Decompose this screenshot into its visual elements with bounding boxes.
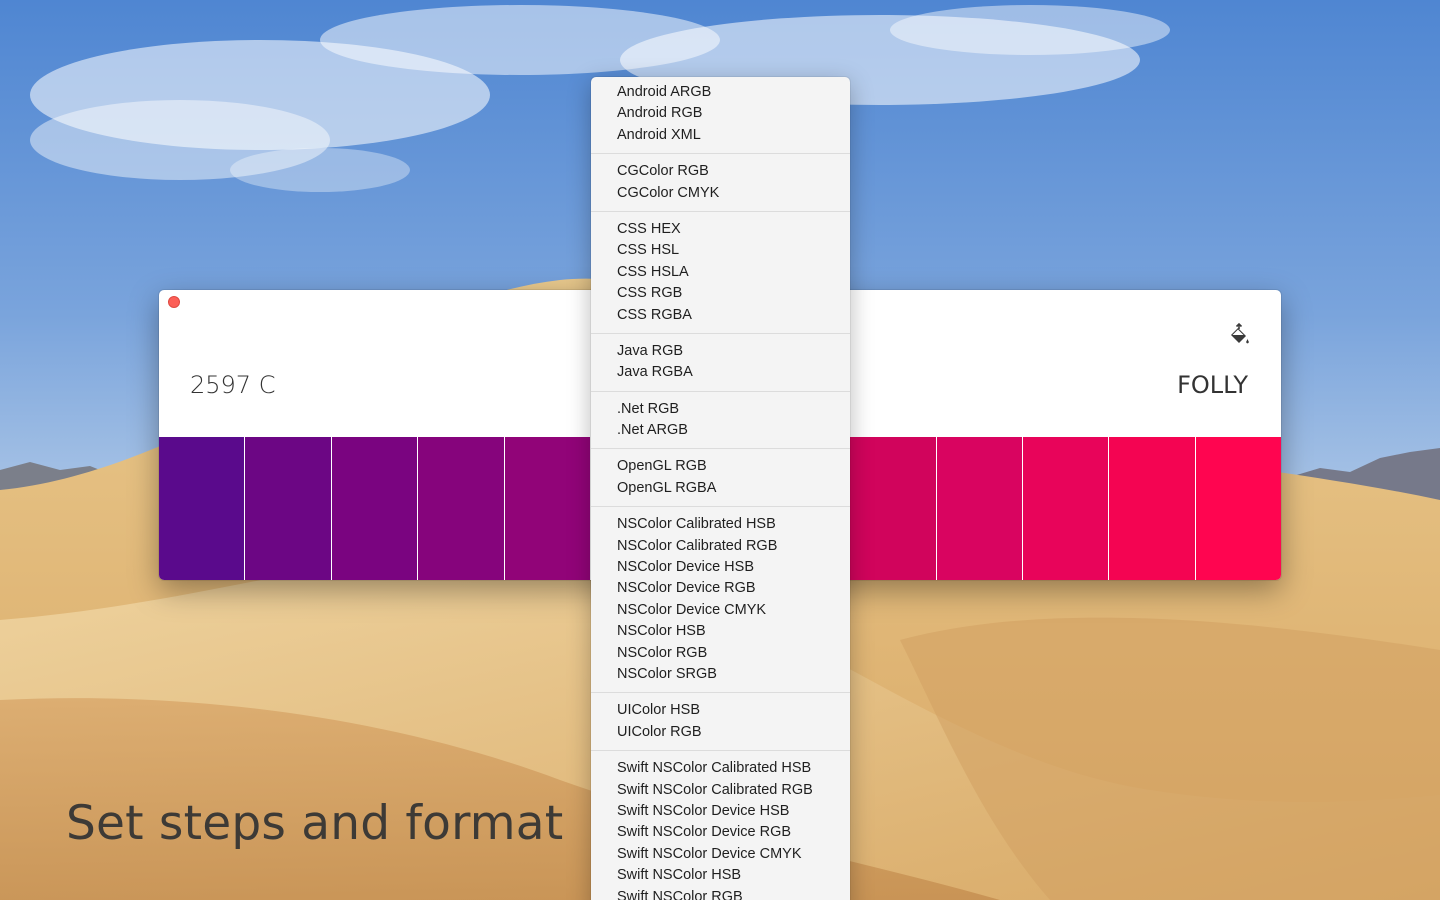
format-menu-item[interactable]: .Net RGB (591, 399, 850, 420)
menu-separator (591, 153, 850, 155)
format-menu-item[interactable]: OpenGL RGBA (591, 478, 850, 499)
color-swatch[interactable] (418, 437, 505, 580)
paint-bucket-icon[interactable] (1227, 322, 1251, 346)
format-menu-item[interactable]: CSS RGBA (591, 305, 850, 326)
format-menu-item[interactable]: CSS RGB (591, 283, 850, 304)
end-color-name: FOLLY (1177, 371, 1248, 399)
menu-group: OpenGL RGB OpenGL RGBA (591, 456, 850, 499)
format-menu-item[interactable]: Swift NSColor Device CMYK (591, 844, 850, 865)
color-swatch[interactable] (504, 437, 591, 580)
start-color-name: 2597 C (190, 371, 276, 399)
menu-separator (591, 506, 850, 508)
color-swatch[interactable] (159, 437, 246, 580)
menu-separator (591, 210, 850, 212)
color-swatch[interactable] (936, 437, 1023, 580)
format-menu-item[interactable]: Swift NSColor Device RGB (591, 822, 850, 843)
format-menu-item[interactable]: NSColor SRGB (591, 664, 850, 685)
format-menu-item[interactable]: Android RGB (591, 103, 850, 124)
menu-group: UIColor HSB UIColor RGB (591, 700, 850, 743)
format-menu-item[interactable]: UIColor RGB (591, 722, 850, 743)
format-menu-item[interactable]: CSS HEX (591, 219, 850, 240)
format-menu-item[interactable]: Java RGB (591, 341, 850, 362)
format-menu-item[interactable]: NSColor Device RGB (591, 578, 850, 599)
format-menu-item[interactable]: Android XML (591, 125, 850, 146)
promo-caption: Set steps and format (66, 796, 564, 851)
format-menu-item[interactable]: Swift NSColor Calibrated RGB (591, 780, 850, 801)
menu-separator (591, 332, 850, 334)
format-menu-item[interactable]: Android ARGB (591, 82, 850, 103)
format-menu-item[interactable]: NSColor Calibrated RGB (591, 536, 850, 557)
menu-group: CSS HEX CSS HSL CSS HSLA CSS RGB CSS RGBA (591, 219, 850, 326)
format-menu-item[interactable]: NSColor HSB (591, 621, 850, 642)
format-menu-item[interactable]: Swift NSColor HSB (591, 865, 850, 886)
color-swatch[interactable] (850, 437, 937, 580)
color-swatch[interactable] (1022, 437, 1110, 580)
color-swatch[interactable] (1195, 437, 1281, 580)
menu-group: Android ARGB Android RGB Android XML (591, 82, 850, 146)
menu-group: Java RGB Java RGBA (591, 341, 850, 384)
format-menu-item[interactable]: .Net ARGB (591, 420, 850, 441)
menu-group: NSColor Calibrated HSB NSColor Calibrated… (591, 514, 850, 685)
color-swatch[interactable] (1109, 437, 1196, 580)
format-menu-item[interactable]: NSColor RGB (591, 643, 850, 664)
format-menu-item[interactable]: Java RGBA (591, 362, 850, 383)
format-menu-item[interactable]: CSS HSLA (591, 262, 850, 283)
format-menu-item[interactable]: CSS HSL (591, 240, 850, 261)
format-menu-item[interactable]: UIColor HSB (591, 700, 850, 721)
menu-separator (591, 448, 850, 450)
window-close-button[interactable] (168, 296, 180, 308)
format-menu-item[interactable]: CGColor CMYK (591, 183, 850, 204)
format-menu-item[interactable]: Swift NSColor Device HSB (591, 801, 850, 822)
format-menu-item[interactable]: OpenGL RGB (591, 456, 850, 477)
format-menu-item[interactable]: NSColor Device HSB (591, 557, 850, 578)
menu-separator (591, 692, 850, 694)
menu-group: Swift NSColor Calibrated HSB Swift NSColo… (591, 758, 850, 900)
format-menu-item[interactable]: Swift NSColor Calibrated HSB (591, 758, 850, 779)
format-dropdown-menu: Android ARGB Android RGB Android XML CGColo… (591, 77, 850, 900)
format-menu-item[interactable]: Swift NSColor RGB (591, 887, 850, 900)
menu-group: CGColor RGB CGColor CMYK (591, 161, 850, 204)
color-swatch[interactable] (331, 437, 419, 580)
menu-separator (591, 390, 850, 392)
format-menu-item[interactable]: NSColor Device CMYK (591, 600, 850, 621)
menu-separator (591, 750, 850, 752)
format-menu-item[interactable]: NSColor Calibrated HSB (591, 514, 850, 535)
color-swatch[interactable] (245, 437, 332, 580)
menu-group: .Net RGB .Net ARGB (591, 399, 850, 442)
format-menu-item[interactable]: CGColor RGB (591, 161, 850, 182)
